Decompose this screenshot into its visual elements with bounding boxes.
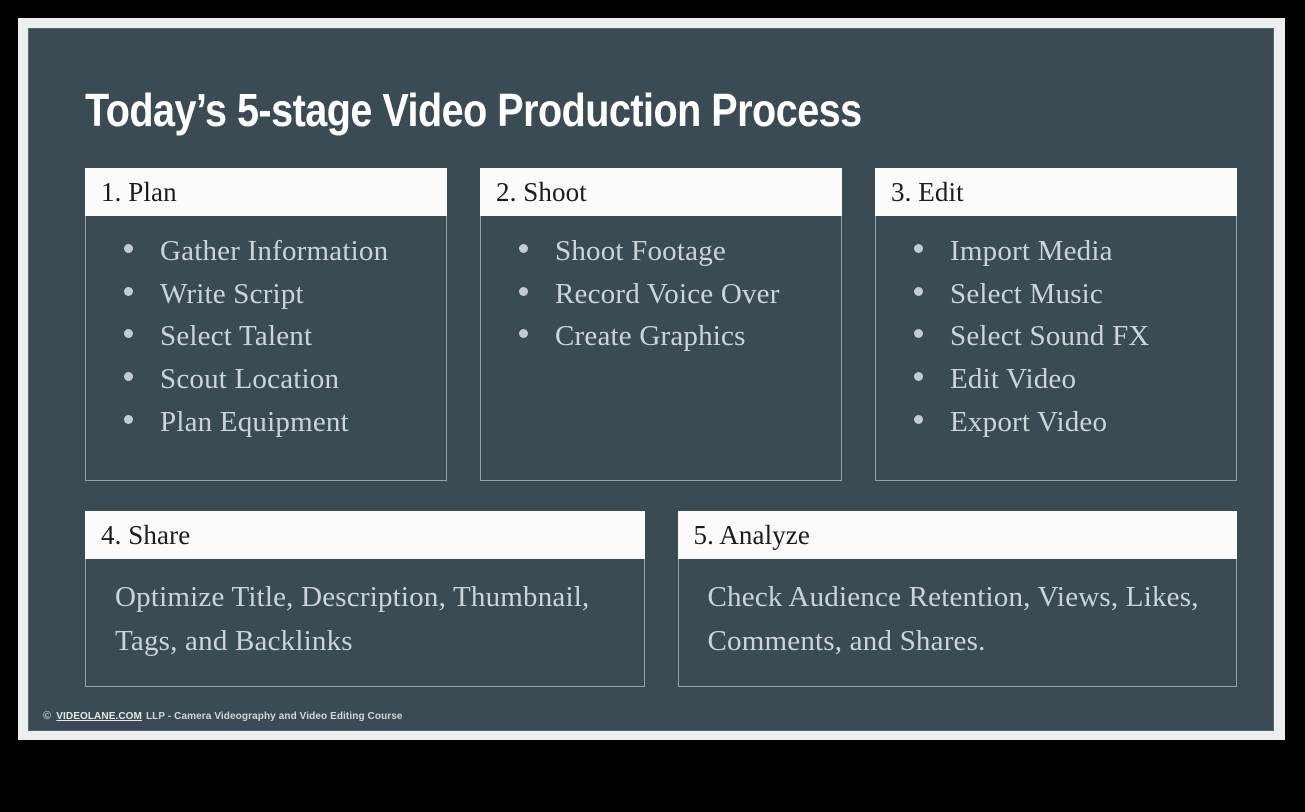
bullet-dot-icon xyxy=(124,329,133,339)
list-item-label: Select Talent xyxy=(160,320,313,353)
stage-card-header: 5. Analyze xyxy=(677,511,1237,559)
page-title: Today’s 5-stage Video Production Process xyxy=(85,84,862,136)
bullet-dot-icon xyxy=(124,244,133,253)
stage-card-header: 3. Edit xyxy=(875,168,1237,216)
stage-card-title: 4. Share xyxy=(101,519,191,550)
list-item: Select Sound FX xyxy=(914,315,1226,358)
bullet-dot-icon xyxy=(914,244,923,253)
list-item: Select Talent xyxy=(124,315,436,358)
bullet-dot-icon xyxy=(519,286,528,296)
list-item: Scout Location xyxy=(124,358,436,401)
stage-card-body: Optimize Title, Description, Thumbnail, … xyxy=(85,559,645,687)
list-item: Export Video xyxy=(914,401,1226,444)
list-item: Import Media xyxy=(914,230,1226,273)
list-item-label: Select Sound FX xyxy=(950,320,1150,353)
list-item-label: Write Script xyxy=(160,277,304,310)
bullet-dot-icon xyxy=(914,286,923,296)
stage-card-title: 3. Edit xyxy=(891,176,964,207)
stage-card-description: Optimize Title, Description, Thumbnail, … xyxy=(115,581,590,658)
list-item-label: Shoot Footage xyxy=(555,235,726,267)
bullet-dot-icon xyxy=(124,286,133,296)
list-item-label: Record Voice Over xyxy=(555,277,780,310)
list-item-label: Export Video xyxy=(950,405,1108,438)
stage-cards-bottom-row: 4. Share Optimize Title, Description, Th… xyxy=(85,511,1237,687)
list-item-label: Plan Equipment xyxy=(160,405,349,438)
stage-card-body: Shoot Footage Record Voice Over Create G… xyxy=(480,216,842,481)
slide-canvas: Today’s 5-stage Video Production Process… xyxy=(28,28,1274,731)
bullet-dot-icon xyxy=(124,414,133,424)
stage-card-title: 5. Analyze xyxy=(693,519,810,550)
list-item-label: Scout Location xyxy=(160,362,340,395)
stage-card-body: Gather Information Write Script Select T… xyxy=(85,216,447,481)
stage-task-list: Shoot Footage Record Voice Over Create G… xyxy=(491,230,831,358)
list-item: Record Voice Over xyxy=(519,273,831,316)
list-item: Plan Equipment xyxy=(124,401,436,444)
stage-card-analyze[interactable]: 5. Analyze Check Audience Retention, Vie… xyxy=(677,511,1237,687)
stage-card-title: 2. Shoot xyxy=(496,176,587,207)
stage-card-title: 1. Plan xyxy=(101,176,177,207)
bullet-dot-icon xyxy=(519,244,528,253)
bullet-dot-icon xyxy=(124,371,133,381)
bullet-dot-icon xyxy=(914,371,923,381)
stage-card-body: Import Media Select Music Select Sound F… xyxy=(875,216,1237,481)
stage-card-plan[interactable]: 1. Plan Gather Information Write Script xyxy=(85,168,447,481)
stage-card-shoot[interactable]: 2. Shoot Shoot Footage Record Voice Over xyxy=(480,168,842,481)
list-item: Write Script xyxy=(124,273,436,316)
list-item: Gather Information xyxy=(124,230,436,273)
list-item: Shoot Footage xyxy=(519,230,831,273)
stage-card-edit[interactable]: 3. Edit Import Media Select Music Select… xyxy=(875,168,1237,481)
footer-site-link[interactable]: VIDEOLANE.COM xyxy=(56,711,142,722)
footer: © VIDEOLANE.COM LLP - Camera Videography… xyxy=(43,710,403,723)
list-item-label: Edit Video xyxy=(950,362,1077,395)
list-item: Edit Video xyxy=(914,358,1226,401)
stage-card-header: 1. Plan xyxy=(85,168,447,216)
list-item-label: Select Music xyxy=(950,277,1104,310)
stage-card-description: Check Audience Retention, Views, Likes, … xyxy=(707,581,1199,658)
stage-cards-top-row: 1. Plan Gather Information Write Script xyxy=(85,168,1237,481)
stage-task-list: Import Media Select Music Select Sound F… xyxy=(886,230,1226,443)
list-item-label: Import Media xyxy=(950,235,1113,267)
list-item-label: Gather Information xyxy=(160,235,389,267)
stage-card-header: 2. Shoot xyxy=(480,168,842,216)
stage-card-header: 4. Share xyxy=(85,511,645,559)
copyright-icon: © xyxy=(43,710,52,722)
list-item-label: Create Graphics xyxy=(555,320,746,353)
bullet-dot-icon xyxy=(914,329,923,339)
stage-card-body: Check Audience Retention, Views, Likes, … xyxy=(677,559,1237,687)
stage-card-share[interactable]: 4. Share Optimize Title, Description, Th… xyxy=(85,511,645,687)
slide-frame: Today’s 5-stage Video Production Process… xyxy=(18,18,1285,740)
bullet-dot-icon xyxy=(914,414,923,424)
list-item: Create Graphics xyxy=(519,315,831,358)
footer-text: LLP - Camera Videography and Video Editi… xyxy=(145,711,403,722)
list-item: Select Music xyxy=(914,273,1226,316)
bullet-dot-icon xyxy=(519,329,528,339)
stage-task-list: Gather Information Write Script Select T… xyxy=(96,230,436,443)
